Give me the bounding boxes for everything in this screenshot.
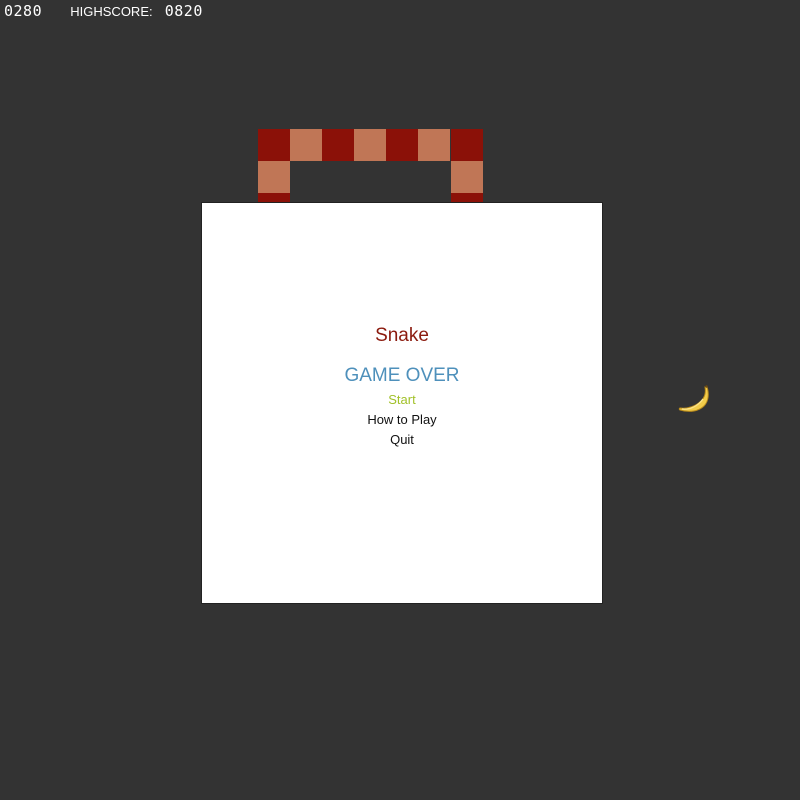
snake-segment: [258, 129, 290, 161]
game-stage: 0280 HIGHSCORE: 0820 Snake GAME OVER Sta…: [0, 0, 800, 800]
snake-segment: [258, 161, 290, 193]
menu-title: Snake: [375, 325, 429, 346]
game-over-label: GAME OVER: [344, 365, 460, 386]
start-menu-item[interactable]: Start: [202, 392, 602, 407]
snake-segment: [354, 129, 386, 161]
snake-segment: [451, 161, 483, 193]
snake-segment: [322, 129, 354, 161]
snake-segment: [386, 129, 418, 161]
snake-segment: [290, 129, 322, 161]
quit-menu-item[interactable]: Quit: [202, 432, 602, 447]
game-over-menu: Snake GAME OVER Start How to Play Quit: [201, 202, 603, 604]
banana-icon: [678, 385, 709, 412]
snake-segment: [451, 129, 483, 161]
how-to-play-menu-item[interactable]: How to Play: [202, 412, 602, 427]
snake-segment: [418, 129, 450, 161]
